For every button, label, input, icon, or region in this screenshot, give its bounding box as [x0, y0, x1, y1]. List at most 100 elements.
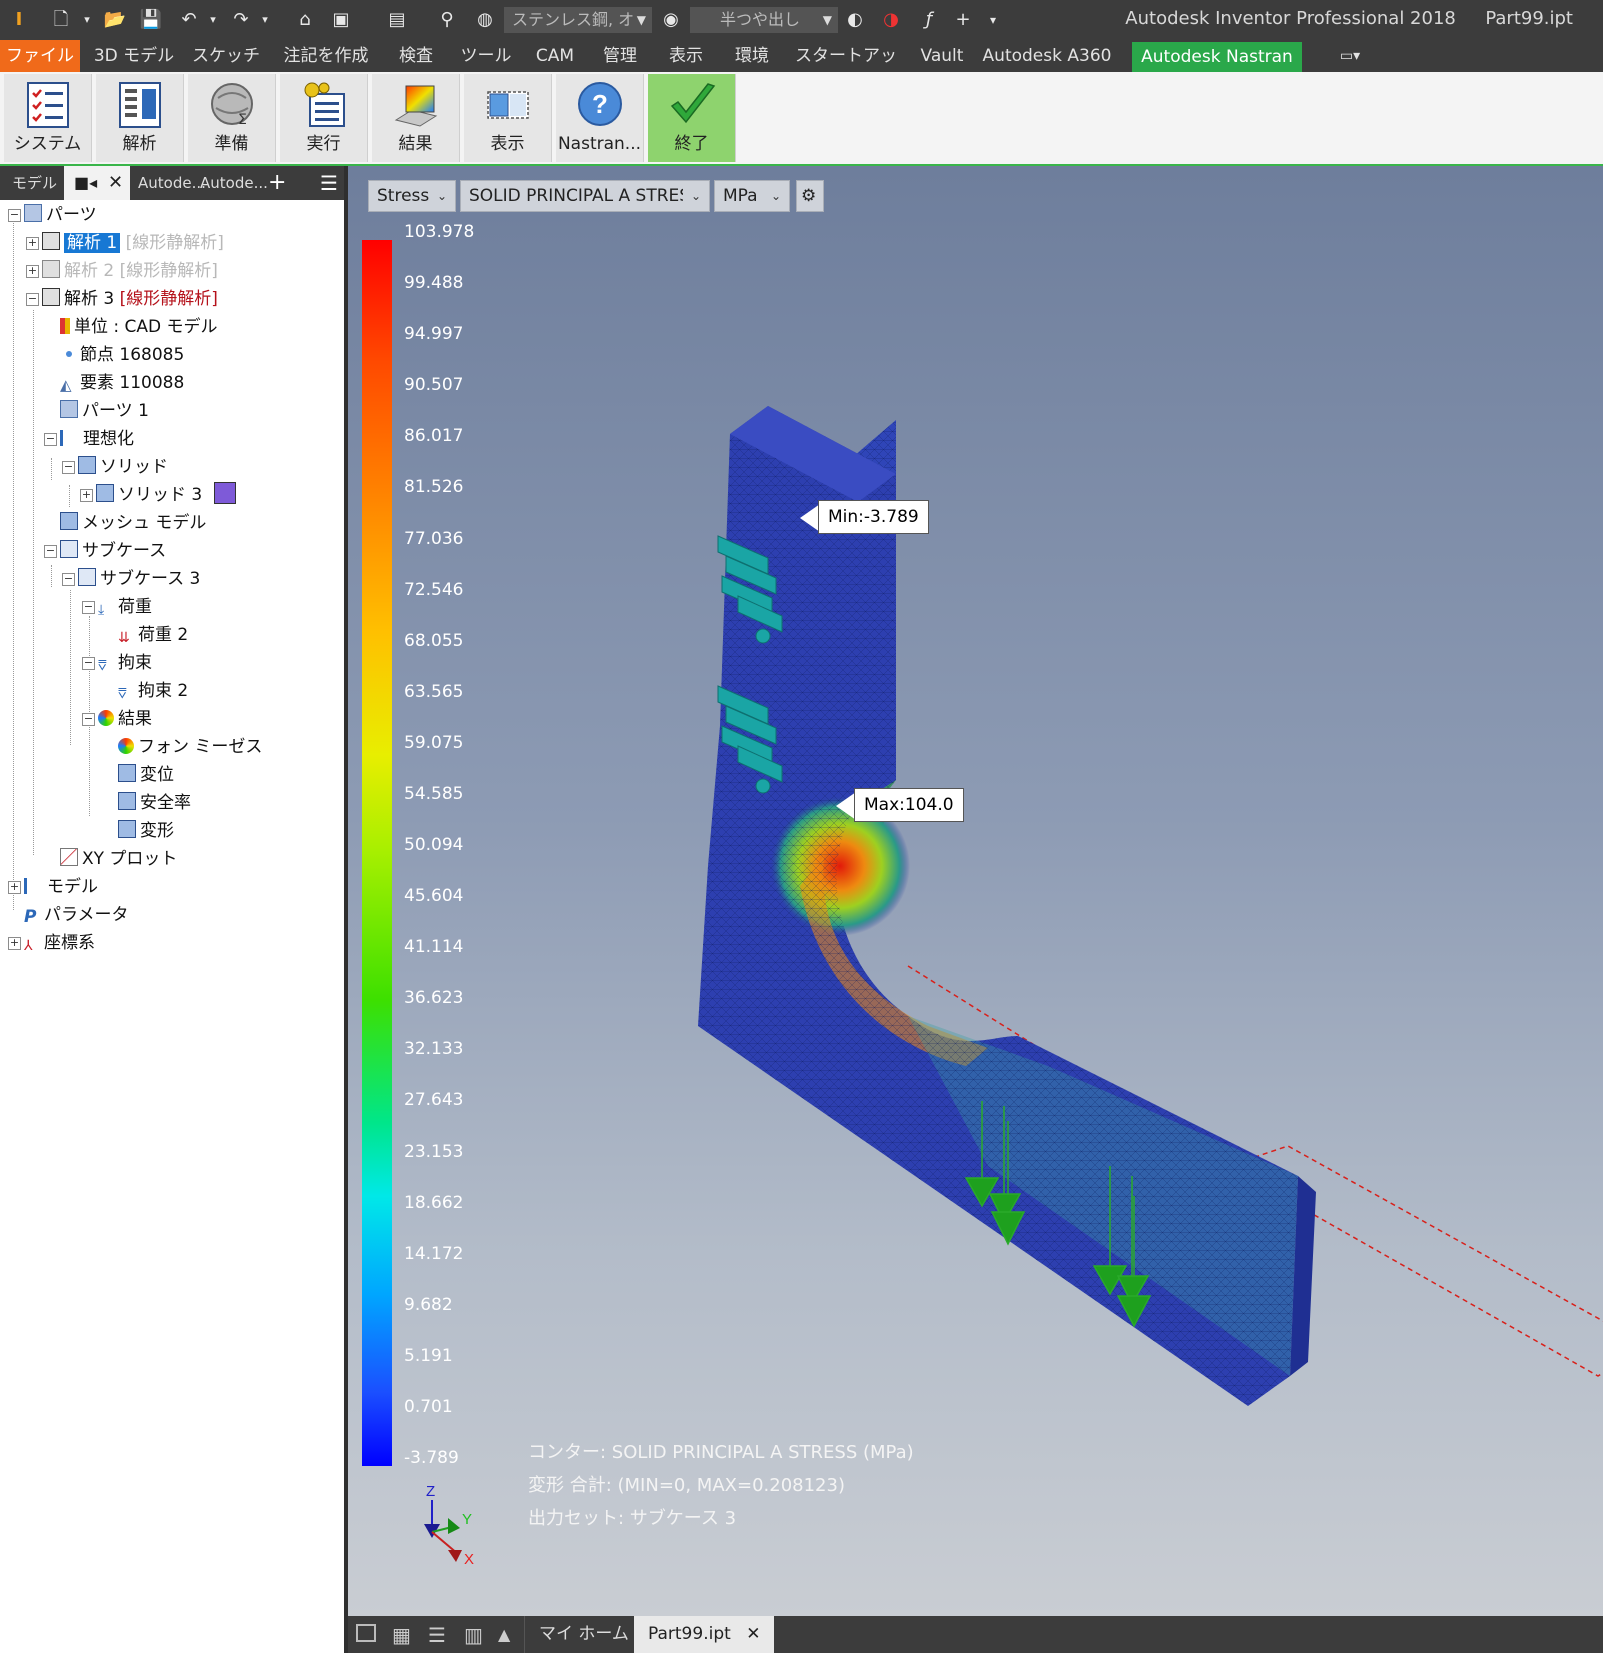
collapse-icon[interactable]: −	[82, 713, 95, 726]
adjust-appearance-icon[interactable]: ◐	[842, 6, 868, 34]
browser-tab-camera[interactable]: ■◂ ✕	[64, 166, 130, 200]
add-icon[interactable]: +	[950, 6, 976, 34]
expand-icon[interactable]: +	[26, 237, 39, 250]
tree-item-results[interactable]: − 結果	[82, 706, 152, 732]
redo-icon[interactable]: ↷	[228, 6, 254, 34]
measure-icon[interactable]: ⚲	[434, 6, 460, 34]
tree-item-load-2[interactable]: ⇊ 荷重 2	[118, 622, 188, 648]
material-dropdown[interactable]: ステンレス鋼, オ ▼	[504, 7, 652, 33]
tree-item-nodes[interactable]: 節点 168085	[60, 342, 184, 368]
expand-icon[interactable]: +	[8, 881, 21, 894]
tile-horizontal-icon[interactable]: ☰	[428, 1624, 450, 1646]
system-button[interactable]: システム	[4, 74, 92, 162]
finish-button[interactable]: 終了	[648, 74, 736, 162]
analysis-button[interactable]: 解析	[96, 74, 184, 162]
nastran-help-button[interactable]: ? Nastran...	[556, 74, 644, 162]
collapse-icon[interactable]: −	[8, 209, 21, 222]
ribbon-display-toggle-icon[interactable]: ▭▾	[1328, 40, 1372, 72]
display-button[interactable]: 表示	[464, 74, 552, 162]
parameters-fx-icon[interactable]: ƒ	[916, 6, 942, 34]
tab-file[interactable]: ファイル	[0, 40, 80, 72]
expand-icon[interactable]: +	[8, 937, 21, 950]
tab-sketch[interactable]: スケッチ	[188, 40, 264, 72]
tree-item-subcase-3[interactable]: − サブケース 3	[62, 566, 200, 592]
tree-item-mesh-model[interactable]: メッシュ モデル	[60, 510, 206, 536]
undo-dropdown-arrow-icon[interactable]: ▾	[200, 6, 226, 34]
tab-tools[interactable]: ツール	[454, 40, 518, 72]
tab-3d-model[interactable]: 3D モデル	[88, 40, 180, 72]
tab-cam[interactable]: CAM	[528, 40, 582, 72]
appearance-sphere-icon[interactable]: ◉	[658, 6, 684, 34]
tab-get-started[interactable]: スタートアップ	[790, 40, 902, 98]
tab-view[interactable]: 表示	[658, 40, 714, 72]
tree-item-model[interactable]: + モデル	[8, 874, 98, 900]
appearance-dropdown[interactable]: 半つや出し ▼	[690, 7, 838, 33]
tab-a360[interactable]: Autodesk A360	[982, 40, 1112, 72]
collapse-icon[interactable]: −	[26, 293, 39, 306]
tree-item-safety-factor[interactable]: 安全率	[118, 790, 191, 816]
tree-item-xy-plot[interactable]: XY プロット	[60, 846, 177, 872]
tree-item-coord-system[interactable]: + ⅄ 座標系	[8, 930, 95, 956]
tab-environments[interactable]: 環境	[724, 40, 780, 72]
cascade-windows-icon[interactable]	[356, 1624, 376, 1642]
tab-vault[interactable]: Vault	[912, 40, 972, 72]
add-tab-icon[interactable]: +	[268, 166, 286, 200]
tile-vertical-icon[interactable]: ▥	[464, 1624, 486, 1646]
tree-item-displacement[interactable]: 変位	[118, 762, 174, 788]
tree-item-von-mises[interactable]: フォン ミーゼス	[118, 734, 262, 760]
tree-item-idealization[interactable]: − 理想化	[44, 426, 134, 452]
tree-item-solid[interactable]: − ソリッド	[62, 454, 168, 480]
undo-icon[interactable]: ↶	[176, 6, 202, 34]
collapse-icon[interactable]: −	[62, 573, 75, 586]
collapse-icon[interactable]: −	[62, 461, 75, 474]
results-button[interactable]: 結果	[372, 74, 460, 162]
tab-inspect[interactable]: 検査	[388, 40, 444, 72]
customize-qat-icon[interactable]: ▾	[980, 6, 1006, 34]
tree-item-parameters[interactable]: P パラメータ	[24, 902, 129, 928]
tree-item-solid-3[interactable]: + ソリッド 3	[80, 482, 240, 508]
tree-root-parts[interactable]: − パーツ	[8, 202, 97, 228]
arrange-up-icon[interactable]: ▲	[498, 1624, 520, 1646]
tile-grid-icon[interactable]: ▦	[392, 1624, 414, 1646]
inventor-logo-icon[interactable]: I	[6, 6, 32, 34]
doc-tab-part99[interactable]: Part99.ipt ✕	[634, 1616, 775, 1653]
browser-tab-model[interactable]: モデル	[12, 166, 57, 200]
expand-icon[interactable]: +	[80, 489, 93, 502]
collapse-icon[interactable]: −	[82, 601, 95, 614]
graphics-viewport[interactable]: Stress ⌄ SOLID PRINCIPAL A STRESS ⌄ MPa ⌄ ⚙…	[348, 166, 1603, 1616]
prepare-button[interactable]: Σ 準備	[188, 74, 276, 162]
tree-item-loads[interactable]: − ⤓ 荷重	[82, 594, 152, 620]
close-tab-icon[interactable]: ✕	[108, 166, 123, 200]
material-sphere-icon[interactable]: ◍	[472, 6, 498, 34]
tree-item-units[interactable]: 単位 : CAD モデル	[60, 314, 218, 340]
tree-item-constraint-2[interactable]: ⩢ 拘束 2	[118, 678, 188, 704]
tree-item-elements[interactable]: ◭ 要素 110088	[60, 370, 184, 396]
tree-item-deformation[interactable]: 変形	[118, 818, 174, 844]
collapse-icon[interactable]: −	[44, 545, 57, 558]
new-file-icon[interactable]: 🗋	[48, 6, 74, 34]
home-icon[interactable]: ⌂	[292, 6, 318, 34]
save-icon[interactable]: 💾	[138, 6, 164, 34]
tree-item-parts-1[interactable]: パーツ 1	[60, 398, 149, 424]
close-icon[interactable]: ✕	[746, 1624, 760, 1644]
collapse-icon[interactable]: −	[44, 433, 57, 446]
update-icon[interactable]: ▣	[328, 6, 354, 34]
solid-color-swatch[interactable]	[213, 482, 236, 504]
collapse-icon[interactable]: −	[82, 657, 95, 670]
tree-item-analysis-2[interactable]: + 解析 2 [線形静解析]	[26, 258, 218, 284]
browser-tab-autodesk-2[interactable]: Autode...	[200, 166, 268, 200]
new-dropdown-arrow-icon[interactable]: ▾	[74, 6, 100, 34]
browser-menu-icon[interactable]: ☰	[320, 166, 338, 200]
redo-dropdown-arrow-icon[interactable]: ▾	[252, 6, 278, 34]
browser-tab-autodesk-1[interactable]: Autode...	[138, 166, 206, 200]
doc-tab-my-home[interactable]: マイ ホーム	[524, 1616, 643, 1653]
select-icon[interactable]: ▤	[384, 6, 410, 34]
open-icon[interactable]: 📂	[102, 6, 128, 34]
tab-annotate[interactable]: 注記を作成	[274, 40, 378, 72]
tree-item-subcase[interactable]: − サブケース	[44, 538, 166, 564]
expand-icon[interactable]: +	[26, 265, 39, 278]
tree-item-analysis-1[interactable]: + 解析 1 [線形静解析]	[26, 230, 224, 256]
tab-autodesk-nastran[interactable]: Autodesk Nastran	[1132, 42, 1302, 72]
run-button[interactable]: 実行	[280, 74, 368, 162]
clear-appearance-icon[interactable]: ◑	[878, 6, 904, 34]
